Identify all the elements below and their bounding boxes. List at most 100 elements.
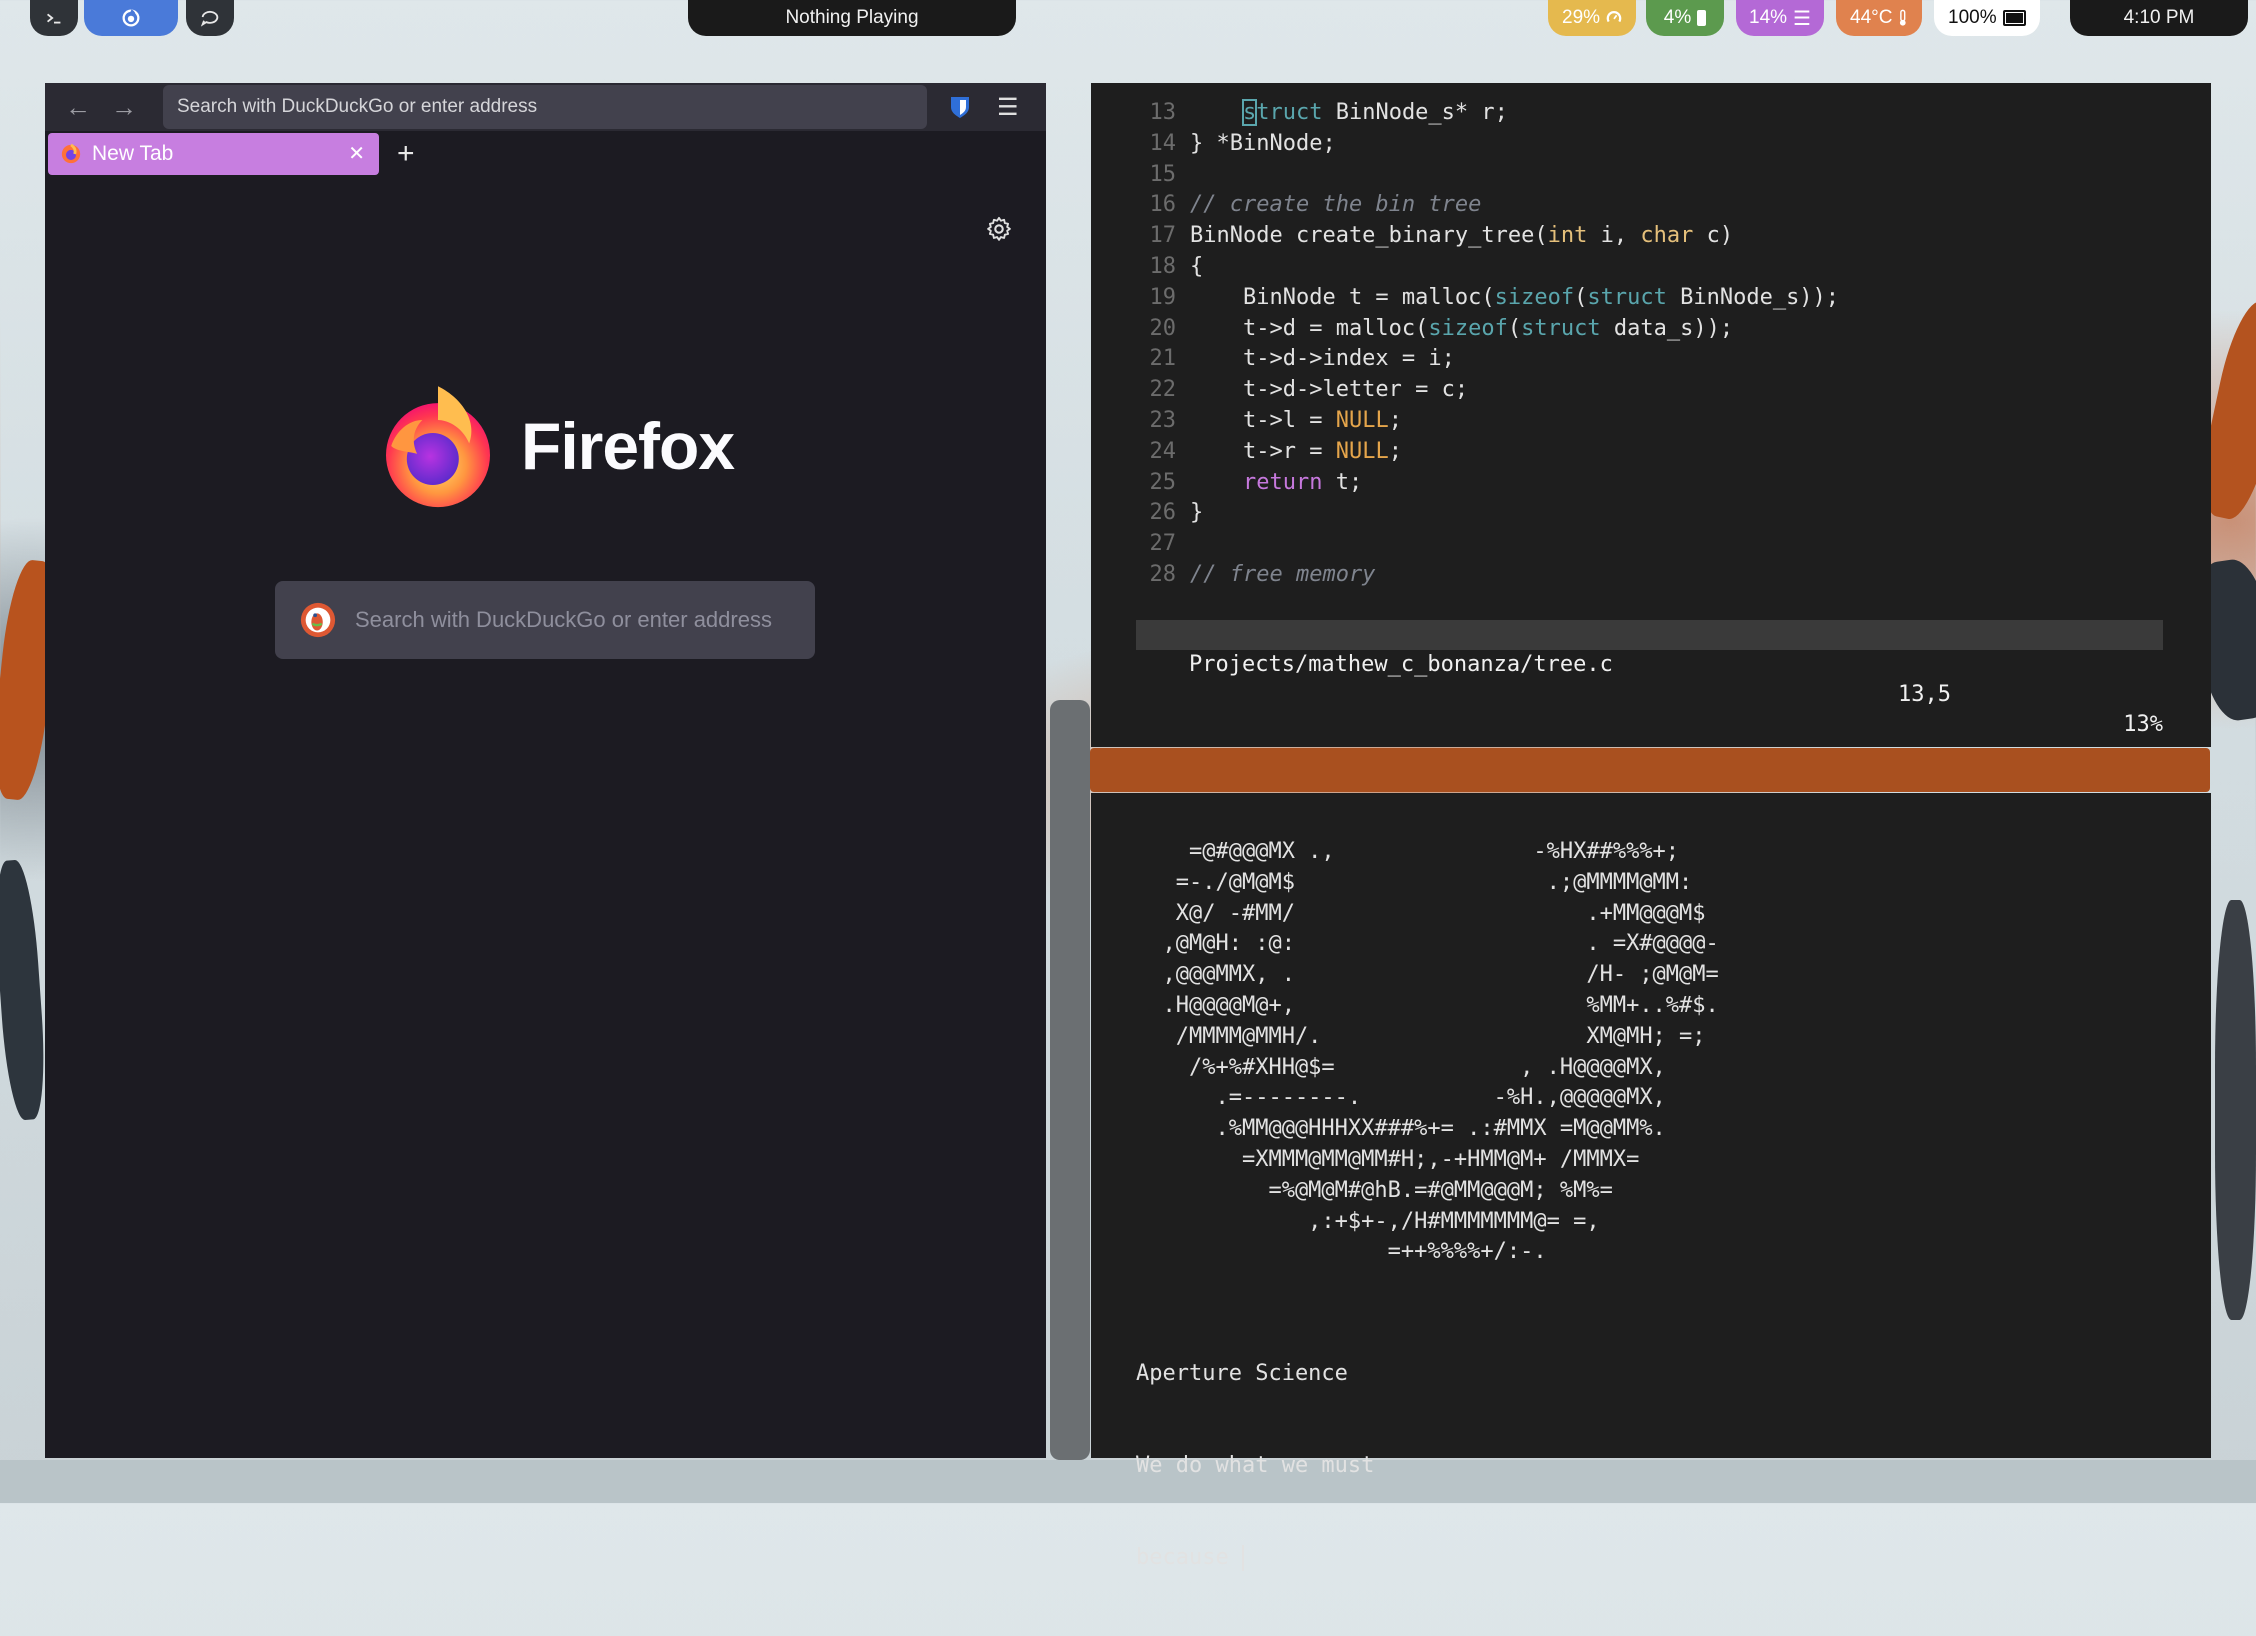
wallpaper-stroke <box>1050 700 1090 1460</box>
code-token: t->d = malloc( <box>1190 315 1429 341</box>
code-token: } *BinNode; <box>1190 130 1336 156</box>
tab-close-icon[interactable]: ✕ <box>348 141 365 166</box>
plus-icon: + <box>397 137 415 170</box>
code-token: i, <box>1587 223 1641 249</box>
wallpaper-stroke <box>0 1460 2256 1503</box>
hamburger-icon: ☰ <box>997 94 1019 121</box>
navigation-toolbar: ← → Search with DuckDuckGo or enter addr… <box>45 83 1046 131</box>
disk-value: 14% <box>1749 7 1788 28</box>
code-token: sizeof <box>1428 315 1508 341</box>
battery-indicator[interactable]: 100% <box>1934 0 2040 36</box>
code-token: struct <box>1521 315 1601 341</box>
line-number: 15 <box>1149 161 1177 187</box>
shell-terminal[interactable]: =@#@@@MX ., -%HX##%%%+; =-./@M@M$ .;@MMM… <box>1091 793 2211 1572</box>
code-line: 18 { <box>1136 251 1204 282</box>
code-token: int <box>1547 223 1588 249</box>
code-line: 27 <box>1136 528 1190 559</box>
code-token: ( <box>1507 315 1522 341</box>
code-token: BinNode_s)); <box>1666 284 1840 310</box>
line-number: 25 <box>1149 469 1177 495</box>
memory-icon <box>1697 10 1707 26</box>
code-line: 14 } *BinNode; <box>1136 128 1336 159</box>
clock[interactable]: 4:10 PM <box>2070 0 2248 36</box>
code-token: t->d->letter = c; <box>1190 377 1469 403</box>
code-token: // create the bin tree <box>1190 192 1482 218</box>
chat-icon <box>200 10 219 27</box>
line-number: 17 <box>1149 223 1177 249</box>
newtab-search-box[interactable]: Search with DuckDuckGo or enter address <box>275 581 815 659</box>
firefox-window: ← → Search with DuckDuckGo or enter addr… <box>45 83 1046 1458</box>
thermometer-icon <box>1900 9 1907 26</box>
code-token: t; <box>1322 469 1363 495</box>
temperature-indicator[interactable]: 44°C <box>1836 0 1922 36</box>
code-line: 19 BinNode t = malloc(sizeof(struct BinN… <box>1136 282 1840 313</box>
disk-usage-indicator[interactable]: 14% ☰ <box>1736 0 1824 36</box>
code-token: struct <box>1587 284 1667 310</box>
memory-value: 4% <box>1663 7 1692 28</box>
code-token: NULL <box>1335 438 1389 464</box>
url-bar[interactable]: Search with DuckDuckGo or enter address <box>163 85 927 129</box>
wallpaper-stroke <box>1090 748 2210 792</box>
duckduckgo-icon <box>300 602 336 638</box>
code-token: c) <box>1693 223 1734 249</box>
battery-icon <box>2002 10 2026 26</box>
code-token: } <box>1190 500 1204 526</box>
code-line: 25 return t; <box>1136 467 1363 498</box>
code-token: NULL <box>1335 408 1389 433</box>
code-line: 26} <box>1136 497 1204 528</box>
media-now-playing[interactable]: Nothing Playing <box>688 0 1016 36</box>
clock-time: 4:10 PM <box>2123 7 2195 28</box>
terminal-icon <box>47 13 61 24</box>
output-line-with-cursor: because <box>1136 1543 1374 1574</box>
app-menu-button[interactable]: ☰ <box>997 93 1019 122</box>
line-number: 27 <box>1149 531 1177 557</box>
cpu-gauge-icon <box>1606 11 1622 23</box>
firefox-wordmark: Firefox <box>521 409 735 483</box>
arrow-left-icon: ← <box>65 91 91 122</box>
code-token: t->d->index = i; <box>1190 346 1455 372</box>
code-token: t->l = <box>1190 408 1336 433</box>
line-number: 26 <box>1149 500 1177 526</box>
line-number: 23 <box>1149 408 1177 433</box>
line-number: 28 <box>1149 562 1177 587</box>
battery-value: 100% <box>1948 7 1997 28</box>
firefox-brand: Firefox <box>373 381 735 511</box>
code-token: // free memory <box>1190 562 1376 587</box>
code-token: sizeof <box>1494 284 1575 310</box>
line-number: 14 <box>1149 130 1177 156</box>
workspace-3-button[interactable] <box>186 0 234 36</box>
tab-bar: New Tab ✕ + <box>45 131 1046 185</box>
code-line: 21 t->d->index = i; <box>1136 343 1455 374</box>
cpu-value: 29% <box>1562 7 1601 28</box>
back-button[interactable]: ← <box>55 87 101 127</box>
arrow-right-icon: → <box>111 91 137 122</box>
status-file-path: Projects/mathew_c_bonanza/tree.c <box>1188 652 1613 677</box>
workspace-1-button[interactable] <box>30 0 78 36</box>
settings-gear-icon[interactable] <box>985 215 1013 243</box>
wallpaper-stroke <box>0 858 50 1122</box>
editor-terminal[interactable]: 13 struct BinNode_s* r; 14} *BinNode; 15 16… <box>1091 83 2211 747</box>
cpu-usage-indicator[interactable]: 29% <box>1548 0 1636 36</box>
bitwarden-extension-icon[interactable] <box>948 95 972 119</box>
forward-button[interactable]: → <box>101 87 147 127</box>
line-number: 21 <box>1149 346 1177 372</box>
code-token: ; <box>1388 408 1402 433</box>
code-line: 22 t->d->letter = c; <box>1136 374 1469 405</box>
new-tab-button[interactable]: + <box>397 137 415 171</box>
output-line: because <box>1136 1545 1242 1571</box>
line-number: 19 <box>1149 284 1177 310</box>
status-cursor-position: 13,5 <box>1898 682 1951 707</box>
firefox-favicon-icon <box>61 143 81 164</box>
tab-new-tab[interactable]: New Tab ✕ <box>48 133 379 175</box>
line-number: 18 <box>1149 254 1177 279</box>
workspace-2-button[interactable] <box>84 0 178 36</box>
line-number: 16 <box>1149 192 1177 218</box>
firefox-logo-icon <box>386 386 490 508</box>
status-scroll-percent: 13% <box>2123 712 2163 737</box>
temperature-value: 44°C <box>1850 7 1893 28</box>
code-line: 23 t->l = NULL; <box>1136 405 1402 436</box>
code-line: 28 // free memory <box>1136 559 1376 590</box>
line-number: 13 <box>1149 100 1177 125</box>
memory-usage-indicator[interactable]: 4% <box>1646 0 1724 36</box>
